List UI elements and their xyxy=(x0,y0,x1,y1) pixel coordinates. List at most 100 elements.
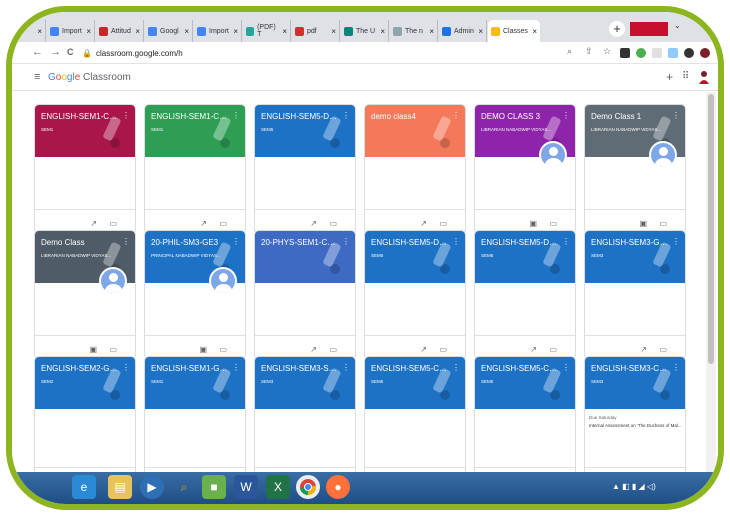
file-explorer-icon[interactable]: ▤ xyxy=(108,475,132,499)
class-title[interactable]: ENGLISH-SEM3-CC7... xyxy=(591,364,669,373)
browser-tab[interactable]: Import × xyxy=(47,20,95,42)
clipboard-icon[interactable]: ▣ xyxy=(199,345,207,354)
open-folder-icon[interactable]: ▭ xyxy=(219,219,227,228)
reload-icon[interactable]: C xyxy=(67,47,74,57)
user-avatar[interactable] xyxy=(698,70,710,84)
class-title[interactable]: 20-PHIL-SM3-GE3 xyxy=(151,238,229,247)
class-title[interactable]: ENGLISH-SEM1-CC1 xyxy=(151,112,229,121)
class-title[interactable]: ENGLISH-SEM5-DSE... xyxy=(371,238,449,247)
class-card[interactable]: ENGLISH-SEM5-DSE... SEM5 ⋮ ↗ ▭ xyxy=(254,104,356,234)
close-tab-icon[interactable]: × xyxy=(135,27,140,36)
more-options-icon[interactable]: ⋮ xyxy=(562,111,570,120)
open-gradebook-icon[interactable]: ↗ xyxy=(200,219,207,228)
open-folder-icon[interactable]: ▭ xyxy=(329,345,337,354)
profile-avatar[interactable] xyxy=(700,48,710,58)
class-card[interactable]: DEMO CLASS 3 LIBRARIAN NABADWIP VIDYAS...… xyxy=(474,104,576,234)
class-card[interactable]: demo class4 ⋮ ↗ ▭ xyxy=(364,104,466,234)
open-folder-icon[interactable]: ▭ xyxy=(109,219,117,228)
zoom-icon[interactable]: ⌕ xyxy=(567,46,572,57)
class-card[interactable]: ENGLISH-SEM5-DSE... SEM5 ⋮ ↗ ▭ xyxy=(474,230,576,360)
more-options-icon[interactable]: ⋮ xyxy=(342,111,350,120)
extension-icon[interactable] xyxy=(652,48,662,58)
browser-tab[interactable]: × xyxy=(32,20,46,42)
class-card[interactable]: ENGLISH-SEM5-DSE... SEM5 ⋮ ↗ ▭ xyxy=(364,230,466,360)
class-title[interactable]: ENGLISH-SEM1-CC2... xyxy=(41,112,119,121)
more-options-icon[interactable]: ⋮ xyxy=(562,237,570,246)
firefox-icon[interactable]: ● xyxy=(326,475,350,499)
back-icon[interactable]: ← xyxy=(32,46,43,58)
class-title[interactable]: ENGLISH-SEM5-DSE... xyxy=(481,238,559,247)
class-title[interactable]: ENGLISH-SEM5-CC1... xyxy=(481,364,559,373)
menu-icon[interactable]: ≡ xyxy=(34,71,40,83)
clipboard-icon[interactable]: ▣ xyxy=(529,219,537,228)
class-card[interactable]: ENGLISH-SEM1-CC2... SEM1 ⋮ ↗ ▭ xyxy=(34,104,136,234)
close-tab-icon[interactable]: × xyxy=(86,27,91,36)
extension-icon[interactable] xyxy=(668,48,678,58)
more-options-icon[interactable]: ⋮ xyxy=(672,363,680,372)
close-tab-icon[interactable]: × xyxy=(478,27,483,36)
more-options-icon[interactable]: ⋮ xyxy=(342,363,350,372)
chrome-icon[interactable] xyxy=(296,475,320,499)
more-options-icon[interactable]: ⋮ xyxy=(232,111,240,120)
close-tab-icon[interactable]: × xyxy=(37,27,42,36)
browser-tab[interactable]: Googl × xyxy=(145,20,193,42)
close-tab-icon[interactable]: × xyxy=(532,27,537,36)
more-options-icon[interactable]: ⋮ xyxy=(122,111,130,120)
class-card[interactable]: Demo Class 1 LIBRARIAN NABADWIP VIDYAS...… xyxy=(584,104,686,234)
url-text[interactable]: classroom.google.com/h xyxy=(96,49,183,58)
open-folder-icon[interactable]: ▭ xyxy=(109,345,117,354)
ie-icon[interactable]: e xyxy=(72,475,96,499)
close-tab-icon[interactable]: × xyxy=(380,27,385,36)
due-assignment-link[interactable]: Internal Assessment on 'The Duchess of M… xyxy=(589,423,683,428)
extension-icon[interactable] xyxy=(620,48,630,58)
more-options-icon[interactable]: ⋮ xyxy=(342,237,350,246)
class-title[interactable]: Demo Class xyxy=(41,238,119,247)
open-gradebook-icon[interactable]: ↗ xyxy=(640,345,647,354)
app-brand[interactable]: Google Classroom xyxy=(48,72,131,83)
search-icon[interactable]: ⌕ xyxy=(172,475,196,499)
browser-tab[interactable]: The U × xyxy=(341,20,389,42)
close-tab-icon[interactable]: × xyxy=(429,27,434,36)
scrollbar[interactable] xyxy=(706,92,716,477)
star-icon[interactable]: ☆ xyxy=(603,46,611,57)
system-tray[interactable]: ▲ ◧ ▮ ◢ ◁) xyxy=(612,482,656,491)
share-icon[interactable]: ⇧ xyxy=(585,46,593,57)
tab-search-icon[interactable]: ⌄ xyxy=(674,21,681,30)
open-folder-icon[interactable]: ▭ xyxy=(549,219,557,228)
word-icon[interactable]: W xyxy=(234,475,258,499)
browser-tab[interactable]: (PDF) T × xyxy=(243,20,291,42)
close-tab-icon[interactable]: × xyxy=(331,27,336,36)
open-gradebook-icon[interactable]: ↗ xyxy=(420,219,427,228)
more-options-icon[interactable]: ⋮ xyxy=(452,237,460,246)
puzzle-icon[interactable] xyxy=(684,48,694,58)
scrollbar-thumb[interactable] xyxy=(708,94,714,364)
more-options-icon[interactable]: ⋮ xyxy=(452,363,460,372)
app-icon[interactable]: ■ xyxy=(202,475,226,499)
open-gradebook-icon[interactable]: ↗ xyxy=(310,219,317,228)
more-options-icon[interactable]: ⋮ xyxy=(672,237,680,246)
excel-icon[interactable]: X xyxy=(266,475,290,499)
close-tab-icon[interactable]: × xyxy=(233,27,238,36)
clipboard-icon[interactable]: ▣ xyxy=(639,219,647,228)
close-tab-icon[interactable]: × xyxy=(282,27,287,36)
browser-tab[interactable]: pdf × xyxy=(292,20,340,42)
new-tab-button[interactable]: + xyxy=(609,21,625,37)
class-title[interactable]: ENGLISH-SEM1-GE1-... xyxy=(151,364,229,373)
open-folder-icon[interactable]: ▭ xyxy=(659,219,667,228)
browser-tab[interactable]: Classes × xyxy=(488,20,540,42)
class-title[interactable]: ENGLISH-SEM2-GE2... xyxy=(41,364,119,373)
open-gradebook-icon[interactable]: ↗ xyxy=(420,345,427,354)
class-card[interactable]: 20-PHIL-SM3-GE3 PRINCIPAL NABADWIP VIDYAS… xyxy=(144,230,246,360)
open-gradebook-icon[interactable]: ↗ xyxy=(90,219,97,228)
open-gradebook-icon[interactable]: ↗ xyxy=(310,345,317,354)
close-tab-icon[interactable]: × xyxy=(184,27,189,36)
more-options-icon[interactable]: ⋮ xyxy=(562,363,570,372)
media-player-icon[interactable]: ▶ xyxy=(140,475,164,499)
class-title[interactable]: DEMO CLASS 3 xyxy=(481,112,559,121)
browser-tab[interactable]: The n × xyxy=(390,20,438,42)
add-class-icon[interactable]: + xyxy=(666,70,673,84)
class-card[interactable]: ENGLISH-SEM1-CC1 SEM1 ⋮ ↗ ▭ xyxy=(144,104,246,234)
browser-tab[interactable]: Admin × xyxy=(439,20,487,42)
class-card[interactable]: Demo Class LIBRARIAN NABADWIP VIDYAS... ⋮ ▣… xyxy=(34,230,136,360)
open-folder-icon[interactable]: ▭ xyxy=(329,219,337,228)
